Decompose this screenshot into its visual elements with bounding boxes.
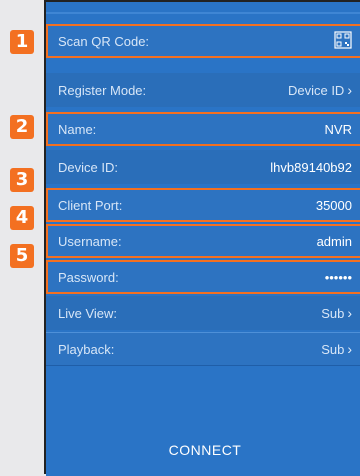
device-form-panel: Scan QR Code: Register Mode: Device ID › … — [44, 0, 360, 476]
register-mode-label: Register Mode: — [58, 82, 147, 98]
connect-area: CONNECT — [46, 386, 360, 476]
callout-badge-5: 5 — [10, 244, 34, 268]
scan-qr-row[interactable]: Scan QR Code: — [46, 24, 360, 58]
live-view-label: Live View: — [58, 305, 118, 321]
register-mode-value: Device ID — [287, 83, 345, 98]
device-id-value[interactable]: lhvb89140b92 — [270, 160, 352, 175]
chevron-right-icon: › — [347, 82, 352, 98]
panel-edge — [46, 12, 360, 14]
username-value[interactable]: admin — [317, 234, 352, 249]
device-id-row[interactable]: Device ID: lhvb89140b92 — [46, 150, 360, 184]
callout-badge-1: 1 — [10, 30, 34, 54]
device-id-label: Device ID: — [58, 159, 118, 175]
live-view-row[interactable]: Live View: Sub › — [46, 296, 360, 330]
playback-label: Playback: — [58, 341, 115, 357]
connect-button[interactable]: CONNECT — [169, 442, 242, 458]
chevron-right-icon: › — [347, 305, 352, 321]
playback-value: Sub — [321, 342, 345, 357]
username-row[interactable]: Username: admin — [46, 224, 360, 258]
live-view-value: Sub — [321, 306, 345, 321]
callout-badge-3: 3 — [10, 168, 34, 192]
callout-badge-2: 2 — [10, 115, 34, 139]
playback-row[interactable]: Playback: Sub › — [46, 332, 360, 366]
username-label: Username: — [58, 233, 122, 249]
client-port-row[interactable]: Client Port: 35000 — [46, 188, 360, 222]
name-label: Name: — [58, 121, 97, 137]
client-port-value[interactable]: 35000 — [316, 198, 352, 213]
chevron-right-icon: › — [347, 341, 352, 357]
password-label: Password: — [58, 269, 119, 285]
scan-qr-label: Scan QR Code: — [58, 33, 150, 49]
qr-code-icon[interactable] — [334, 30, 352, 52]
name-row[interactable]: Name: NVR — [46, 112, 360, 146]
name-value[interactable]: NVR — [325, 122, 352, 137]
register-mode-row[interactable]: Register Mode: Device ID › — [46, 73, 360, 107]
password-row[interactable]: Password: •••••• — [46, 260, 360, 294]
password-value[interactable]: •••••• — [325, 270, 352, 285]
client-port-label: Client Port: — [58, 197, 123, 213]
callout-badge-4: 4 — [10, 206, 34, 230]
